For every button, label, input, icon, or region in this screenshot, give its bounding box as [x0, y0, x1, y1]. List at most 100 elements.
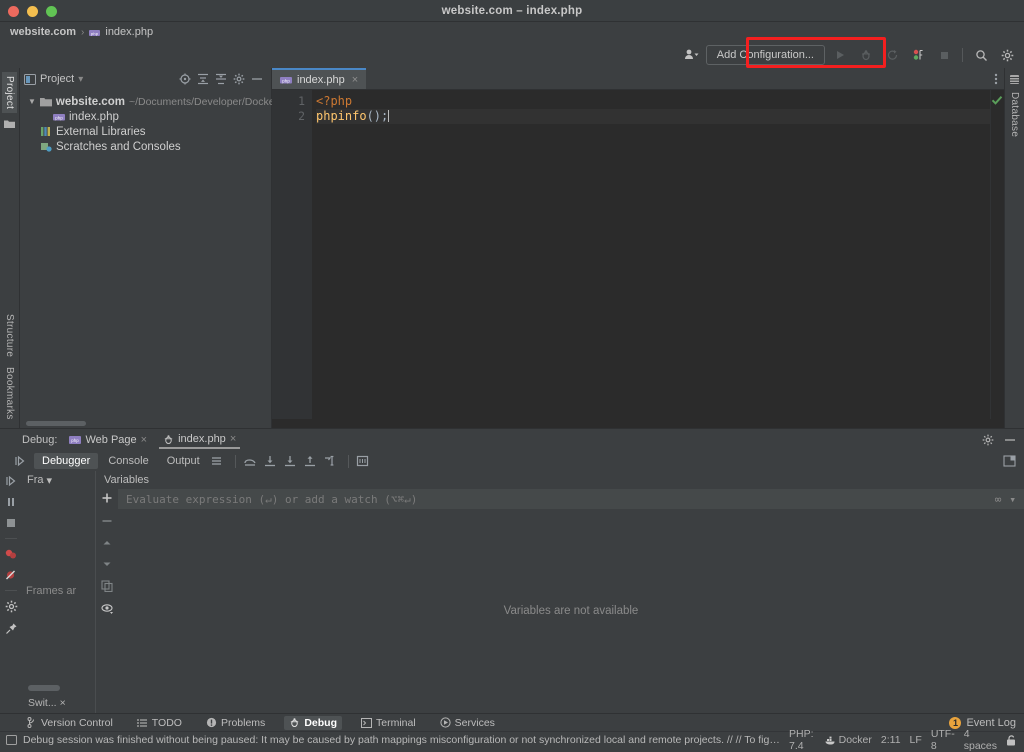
- scrollbar-thumb[interactable]: [26, 421, 86, 426]
- stop-icon[interactable]: [933, 45, 955, 65]
- debug-session-tab-web-page[interactable]: php Web Page ×: [65, 432, 151, 448]
- expand-all-icon[interactable]: [197, 73, 209, 85]
- debug-icon[interactable]: [855, 45, 877, 65]
- ok-check-icon[interactable]: [991, 94, 1003, 106]
- code-content[interactable]: <?php phpinfo();: [312, 90, 990, 419]
- bottom-tab-todo[interactable]: TODO: [132, 716, 187, 730]
- pause-icon[interactable]: [5, 496, 17, 508]
- avatar-dropdown-icon[interactable]: [680, 45, 702, 65]
- console-icon[interactable]: [6, 735, 17, 745]
- close-icon[interactable]: ×: [230, 433, 236, 445]
- chevron-down-icon[interactable]: ▾: [47, 474, 53, 487]
- sidebar-item-structure[interactable]: Structure: [2, 310, 17, 361]
- debug-session-tab-index-php[interactable]: index.php ×: [159, 431, 241, 449]
- move-up-icon[interactable]: [101, 538, 113, 548]
- caret-position-indicator[interactable]: 2:11: [881, 734, 901, 746]
- settings-gear-icon[interactable]: [5, 600, 18, 613]
- force-step-into-icon[interactable]: [283, 455, 301, 467]
- copy-icon[interactable]: [101, 580, 113, 592]
- file-encoding-indicator[interactable]: UTF-8: [931, 728, 955, 752]
- stop-icon[interactable]: [5, 517, 17, 529]
- docker-indicator[interactable]: Docker: [825, 734, 872, 746]
- php-version-indicator[interactable]: PHP: 7.4: [789, 728, 816, 752]
- frames-scrollbar-thumb[interactable]: [28, 685, 60, 691]
- bottom-tab-problems[interactable]: Problems: [201, 716, 270, 730]
- tab-debugger[interactable]: Debugger: [34, 453, 99, 469]
- gear-icon[interactable]: [233, 73, 245, 85]
- lock-icon[interactable]: [1006, 734, 1016, 746]
- line-number-gutter: 1 2: [272, 90, 312, 419]
- tree-row-external-libraries[interactable]: External Libraries: [20, 124, 271, 139]
- remove-icon[interactable]: [101, 515, 113, 527]
- close-window-button[interactable]: [8, 6, 19, 17]
- tree-row-scratches[interactable]: Scratches and Consoles: [20, 139, 271, 154]
- status-message[interactable]: Debug session was finished without being…: [23, 734, 783, 746]
- frames-header[interactable]: Fra ▾: [22, 471, 95, 489]
- locate-icon[interactable]: [179, 73, 191, 85]
- folder-icon[interactable]: [4, 115, 15, 133]
- docker-label: Docker: [838, 734, 872, 746]
- editor-marker-strip[interactable]: [990, 90, 1004, 419]
- editor-tab-index-php[interactable]: php index.php ×: [272, 68, 367, 89]
- settings-gear-icon[interactable]: [996, 45, 1018, 65]
- indent-indicator[interactable]: 4 spaces: [964, 728, 997, 752]
- step-out-icon[interactable]: [303, 455, 321, 467]
- evaluate-icon[interactable]: [356, 455, 374, 467]
- bottom-tab-version-control[interactable]: Version Control: [22, 716, 118, 730]
- collapse-all-icon[interactable]: [215, 73, 227, 85]
- watches-icon[interactable]: [100, 603, 114, 615]
- sidebar-item-project[interactable]: Project: [2, 72, 17, 114]
- watch-input-row[interactable]: Evaluate expression (↵) or add a watch (…: [118, 489, 1024, 509]
- run-to-cursor-icon[interactable]: [323, 455, 341, 467]
- close-icon[interactable]: ×: [352, 74, 358, 86]
- tree-row-index-php[interactable]: php index.php: [20, 109, 271, 124]
- line-separator-indicator[interactable]: LF: [910, 734, 922, 746]
- step-over-icon[interactable]: [243, 455, 261, 467]
- search-icon[interactable]: [970, 45, 992, 65]
- resume-program-icon[interactable]: [14, 455, 32, 467]
- add-configuration-button[interactable]: Add Configuration...: [705, 45, 825, 65]
- chevron-down-icon[interactable]: ▼: [28, 97, 36, 106]
- bottom-tab-services[interactable]: Services: [435, 716, 500, 730]
- frames-footer[interactable]: Swit... ×: [22, 693, 95, 713]
- more-vertical-icon[interactable]: [994, 72, 998, 86]
- layout-settings-icon[interactable]: [1003, 455, 1024, 467]
- settings-gear-icon[interactable]: [982, 434, 994, 446]
- minimize-window-button[interactable]: [27, 6, 38, 17]
- sidebar-item-bookmarks[interactable]: Bookmarks: [2, 363, 17, 424]
- infinity-icon[interactable]: ∞: [995, 493, 1002, 506]
- tab-output[interactable]: Output: [159, 453, 208, 469]
- project-horizontal-scrollbar[interactable]: [20, 419, 271, 428]
- close-icon[interactable]: ×: [141, 434, 147, 446]
- move-down-icon[interactable]: [101, 559, 113, 569]
- breadcrumb-project[interactable]: website.com: [10, 26, 76, 38]
- tree-row-project-root[interactable]: ▼ website.com ~/Documents/Developer/Dock…: [20, 94, 296, 109]
- bottom-tab-terminal[interactable]: Terminal: [356, 716, 421, 730]
- code-editor[interactable]: 1 2 <?php phpinfo();: [272, 90, 1004, 419]
- close-icon[interactable]: ×: [60, 697, 66, 709]
- view-breakpoints-icon[interactable]: [4, 548, 18, 560]
- variables-panel: Variables Evaluate expression (↵) or add…: [96, 471, 1024, 713]
- chevron-down-icon[interactable]: ▾: [1009, 493, 1016, 506]
- sidebar-item-database[interactable]: Database: [1007, 88, 1022, 141]
- mute-breakpoints-icon[interactable]: [4, 569, 18, 581]
- pin-icon[interactable]: [5, 622, 18, 635]
- editor-horizontal-scrollbar[interactable]: [272, 419, 1004, 428]
- add-icon[interactable]: [101, 492, 113, 504]
- breadcrumb-file[interactable]: index.php: [105, 26, 153, 38]
- zoom-window-button[interactable]: [46, 6, 57, 17]
- menu-icon[interactable]: [210, 455, 228, 467]
- step-into-icon[interactable]: [263, 455, 281, 467]
- resume-icon[interactable]: [5, 475, 18, 487]
- hide-icon[interactable]: [1004, 434, 1016, 446]
- bottom-tab-debug[interactable]: Debug: [284, 715, 342, 730]
- chevron-down-icon[interactable]: ▾: [78, 74, 83, 85]
- run-coverage-icon[interactable]: [881, 45, 903, 65]
- tab-console[interactable]: Console: [100, 453, 156, 469]
- hide-icon[interactable]: [251, 73, 263, 85]
- project-panel-title[interactable]: Project: [40, 73, 74, 85]
- run-icon[interactable]: [829, 45, 851, 65]
- profile-icon[interactable]: [907, 45, 929, 65]
- traffic-lights[interactable]: [8, 6, 57, 17]
- event-log-button[interactable]: 1 Event Log: [949, 716, 1024, 729]
